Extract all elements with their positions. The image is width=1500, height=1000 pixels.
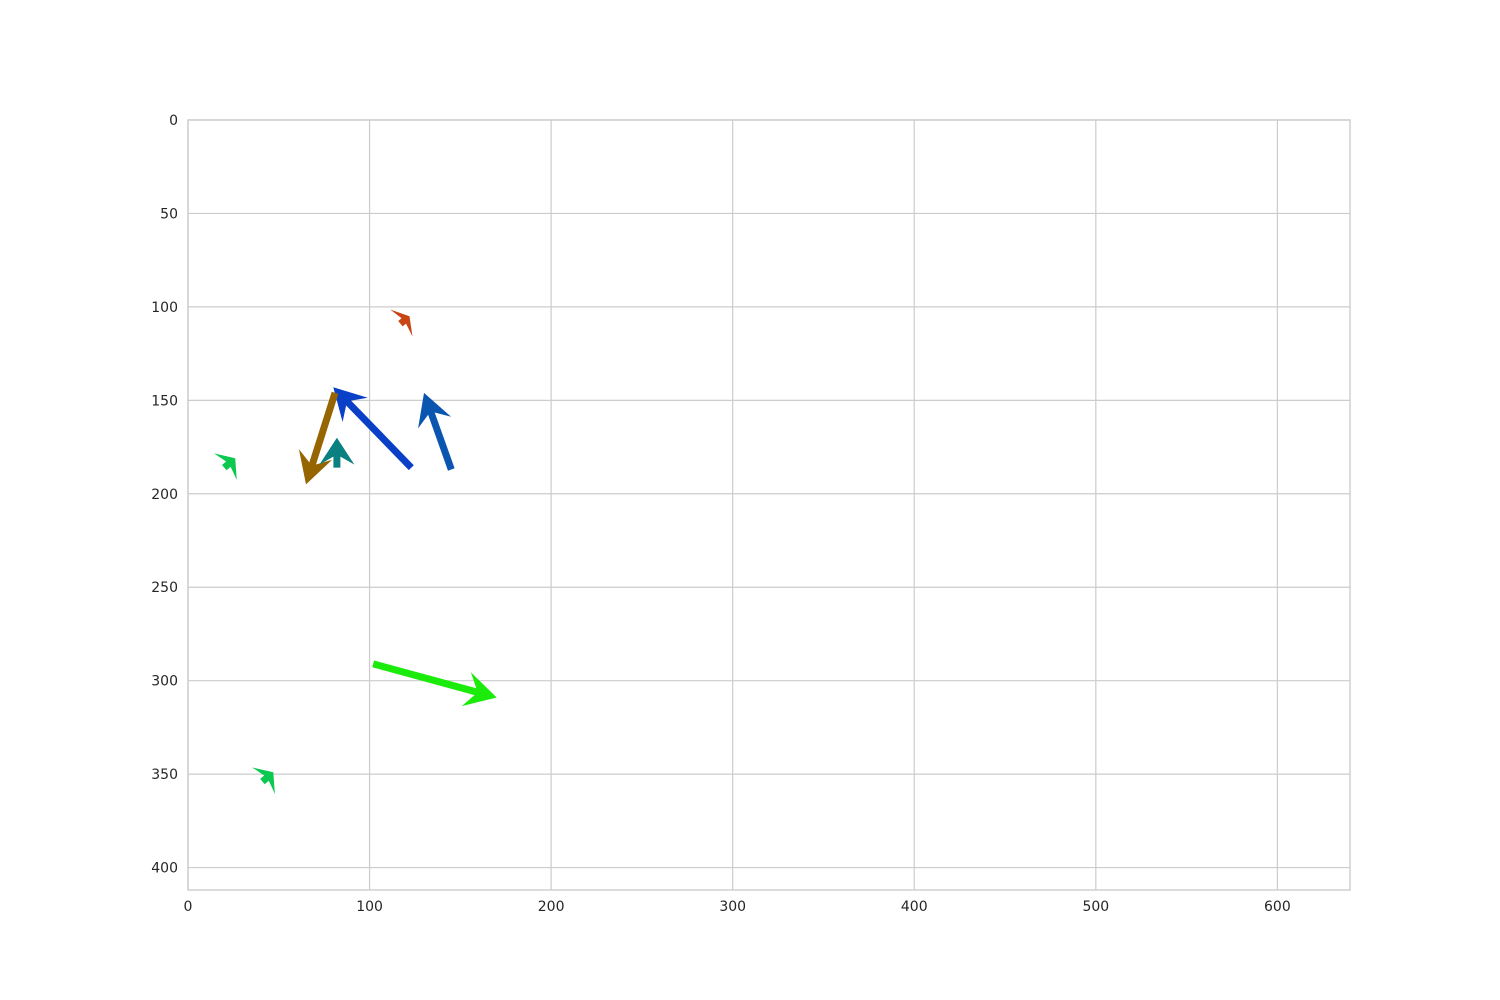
quiver-chart: 0 100 200 300 400 500 600 0 50 100 150 200 250 300 35…: [151, 113, 1351, 915]
y-tick-label: 150: [151, 393, 178, 409]
y-tick-label: 250: [151, 580, 178, 596]
y-tick-label: 300: [151, 674, 178, 690]
x-tick-label: 200: [538, 899, 565, 915]
y-tick-label: 400: [151, 861, 178, 877]
y-tick-label: 50: [160, 206, 178, 222]
y-tick-label: 200: [151, 487, 178, 503]
x-tick-label: 600: [1264, 899, 1291, 915]
x-tick-label: 300: [719, 899, 746, 915]
y-tick-label: 100: [151, 300, 178, 316]
x-tick-label: 400: [901, 899, 928, 915]
y-axis-ticks: 0 50 100 150 200 250 300 350 400: [151, 113, 178, 877]
x-tick-label: 0: [184, 899, 193, 915]
x-tick-label: 100: [356, 899, 383, 915]
x-tick-label: 500: [1082, 899, 1109, 915]
y-tick-label: 0: [169, 113, 178, 129]
y-tick-label: 350: [151, 767, 178, 783]
x-axis-ticks: 0 100 200 300 400 500 600: [184, 899, 1291, 915]
